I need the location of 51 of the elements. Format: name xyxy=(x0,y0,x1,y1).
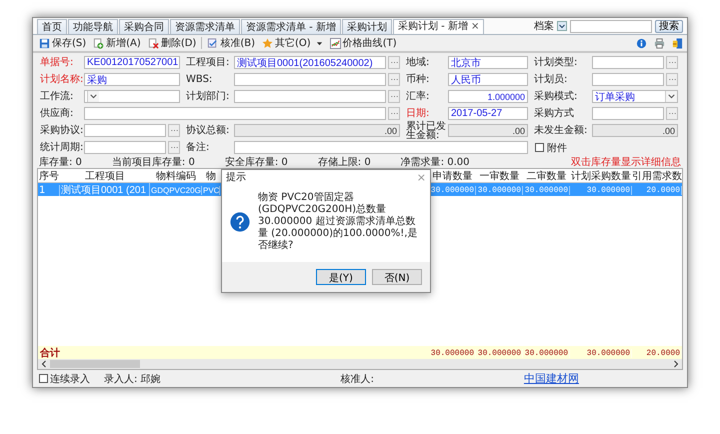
table-cell: 30.000000 xyxy=(523,186,570,194)
field-label: 工作流: xyxy=(39,92,74,101)
field-label: 采购协议: xyxy=(39,126,84,135)
table-cell: GDQPVC20G xyxy=(150,186,202,194)
field-label: 日期: xyxy=(405,109,430,118)
field-label: 备注: xyxy=(185,143,210,152)
readonly-field: .00 xyxy=(448,124,528,137)
field-label: 计划类型: xyxy=(533,58,578,67)
table-cell: PVC xyxy=(202,186,220,194)
field-label: 计划员: xyxy=(533,75,568,84)
field-label: 工程项目: xyxy=(185,58,230,67)
table-cell: 1 xyxy=(38,184,60,196)
field-label: 单据号: xyxy=(39,58,74,67)
field-label: 协议总额: xyxy=(185,126,230,135)
field-label: 计划部门: xyxy=(185,92,230,101)
field-label: WBS: xyxy=(185,75,214,84)
checkbox-label: 附件 xyxy=(547,142,567,154)
stat-text: 库存量: 0 xyxy=(39,156,82,169)
field-label: 采购方式 xyxy=(533,109,575,118)
field-label: 计划名称: xyxy=(39,75,84,84)
total-cell: 30.000000 xyxy=(570,348,632,358)
checkbox-label: 连续录入 xyxy=(50,372,90,386)
total-cell: 30.000000 xyxy=(429,348,476,358)
field-label: 统计周期: xyxy=(39,143,84,152)
stat-text: 当前项目库存量: 0 xyxy=(112,156,195,169)
stat-text: 净需求量: 0.00 xyxy=(400,156,470,169)
dialog-message: 物资 PVC20管固定器(GDQPVC20G200H)总数量 30.000000 超过资源需求清单总数量 (20.000000)的100.0000%!,是否继续? xyxy=(258,192,418,252)
total-label: 合计 xyxy=(39,346,61,360)
stat-text: 安全库存量: 0 xyxy=(224,156,288,169)
search-scope-label: 档案 xyxy=(534,20,554,33)
readonly-field: .00 xyxy=(592,124,678,137)
approver-label: 核准人: xyxy=(340,372,374,386)
hint-text: 双击库存量显示详细信息 xyxy=(571,156,681,169)
field-label: 地域: xyxy=(405,58,430,67)
entered-by-text: 录入人: 邱婉 xyxy=(104,372,161,386)
table-cell: 测试项目0001 (201 xyxy=(60,183,150,197)
field-label: 币种: xyxy=(405,75,430,84)
field-label: 未发生金额: xyxy=(533,126,588,135)
field-label: 采购模式: xyxy=(533,92,578,101)
field-label: 累计已发生金额: xyxy=(405,122,447,140)
field-label: 汇率: xyxy=(405,92,430,101)
total-cell: 30.000000 xyxy=(476,348,523,358)
table-cell: 30.000000 xyxy=(570,186,632,194)
table-cell: 20.0000 xyxy=(632,186,682,194)
readonly-field: .00 xyxy=(234,124,400,137)
dialog-title: 提示 xyxy=(226,171,246,184)
table-cell: 30.000000 xyxy=(476,186,523,194)
stat-text: 存储上限: 0 xyxy=(318,156,371,169)
field-label: 供应商: xyxy=(39,109,74,118)
total-cell: 30.000000 xyxy=(523,348,570,358)
total-cell: 20.0000 xyxy=(632,348,682,358)
